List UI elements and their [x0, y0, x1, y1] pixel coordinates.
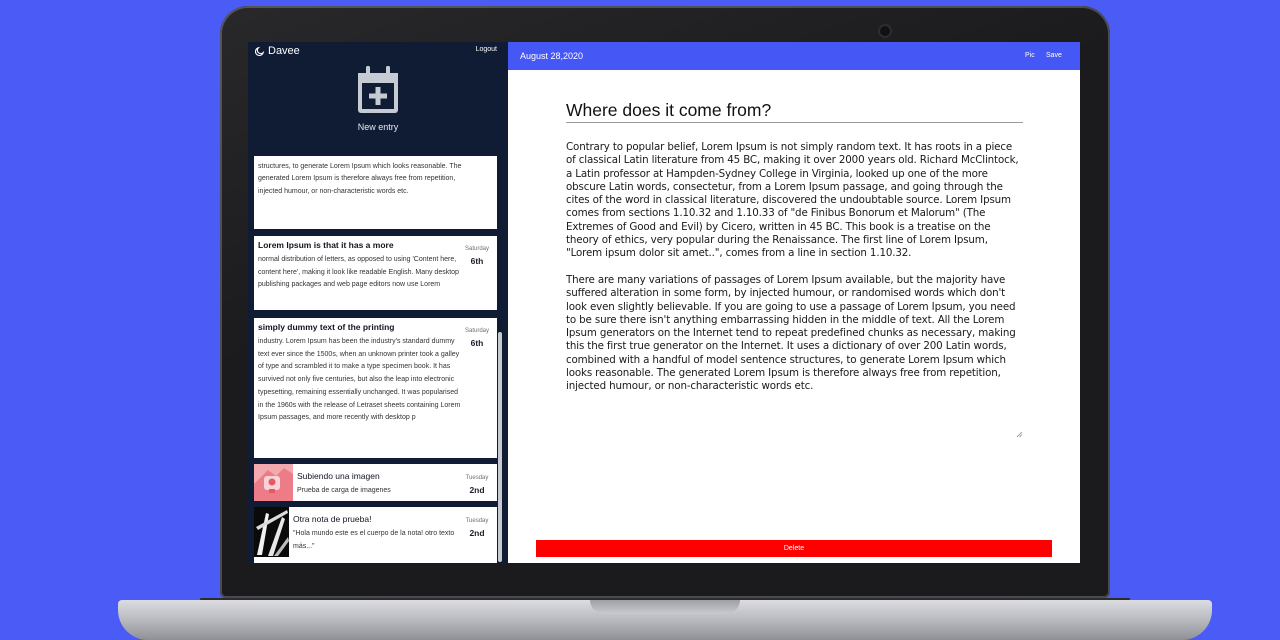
entry-paragraph: Contrary to popular belief, Lorem Ipsum …	[566, 141, 1019, 260]
entry-text: industry. Lorem Ipsum has been the indus…	[258, 338, 461, 422]
moon-icon	[254, 46, 265, 56]
resize-grip-icon[interactable]	[1016, 431, 1023, 438]
save-button[interactable]: Save	[1046, 52, 1062, 59]
new-entry-label: New entry	[357, 122, 399, 132]
entry-card-4[interactable]: Otra nota de prueba! "Hola mundo este es…	[254, 507, 497, 563]
entry-date: Saturday 6th	[464, 328, 489, 348]
entry-text: "Hola mundo este es el cuerpo de la nota…	[293, 530, 455, 550]
entry-date: Tuesday 2nd	[465, 475, 489, 495]
entry-title: Lorem Ipsum is that it has a more	[258, 240, 394, 250]
delete-button[interactable]: Delete	[536, 540, 1052, 557]
calendar-plus-icon	[358, 66, 398, 113]
app-name: Davee	[268, 45, 300, 57]
entry-thumbnail	[254, 464, 293, 501]
entry-title-input[interactable]: Where does it come from?	[566, 99, 1023, 123]
laptop-notch	[590, 600, 740, 614]
entry-paragraph: There are many variations of passages of…	[566, 273, 1016, 393]
topbar: August 28,2020 Pic Save	[508, 42, 1080, 70]
brand[interactable]: Davee	[254, 45, 300, 57]
entry-card-1[interactable]: Lorem Ipsum is that it has a more normal…	[254, 236, 497, 310]
logout-button[interactable]: Logout	[476, 46, 497, 53]
pic-button[interactable]: Pic	[1025, 52, 1035, 59]
sidebar: Davee Logout New entry over 200 Latin wo…	[248, 42, 508, 563]
entry-card-2[interactable]: simply dummy text of the printing indust…	[254, 318, 497, 458]
entry-text: over 200 Latin words, combined with a ha…	[258, 156, 462, 196]
entry-date-label: August 28,2020	[520, 51, 584, 61]
entry-date: Saturday 6th	[464, 246, 489, 266]
entry-title: simply dummy text of the printing	[258, 322, 395, 332]
app-screen: Davee Logout New entry over 200 Latin wo…	[248, 42, 1080, 563]
entry-text: normal distribution of letters, as oppos…	[258, 256, 459, 289]
entry-thumbnail	[254, 507, 289, 557]
sidebar-scrollbar[interactable]	[498, 332, 502, 562]
entry-body-textarea[interactable]: Contrary to popular belief, Lorem Ipsum …	[566, 141, 1023, 439]
new-entry-button[interactable]: New entry	[248, 66, 508, 132]
entry-date: Tuesday 2nd	[465, 518, 489, 538]
entry-card-0[interactable]: over 200 Latin words, combined with a ha…	[254, 156, 497, 229]
entry-editor: Where does it come from? Contrary to pop…	[508, 70, 1080, 563]
webcam	[880, 26, 890, 36]
entry-card-3[interactable]: Subiendo una imagen Prueba de carga de i…	[254, 464, 497, 501]
entry-title: Otra nota de prueba!	[293, 514, 372, 524]
